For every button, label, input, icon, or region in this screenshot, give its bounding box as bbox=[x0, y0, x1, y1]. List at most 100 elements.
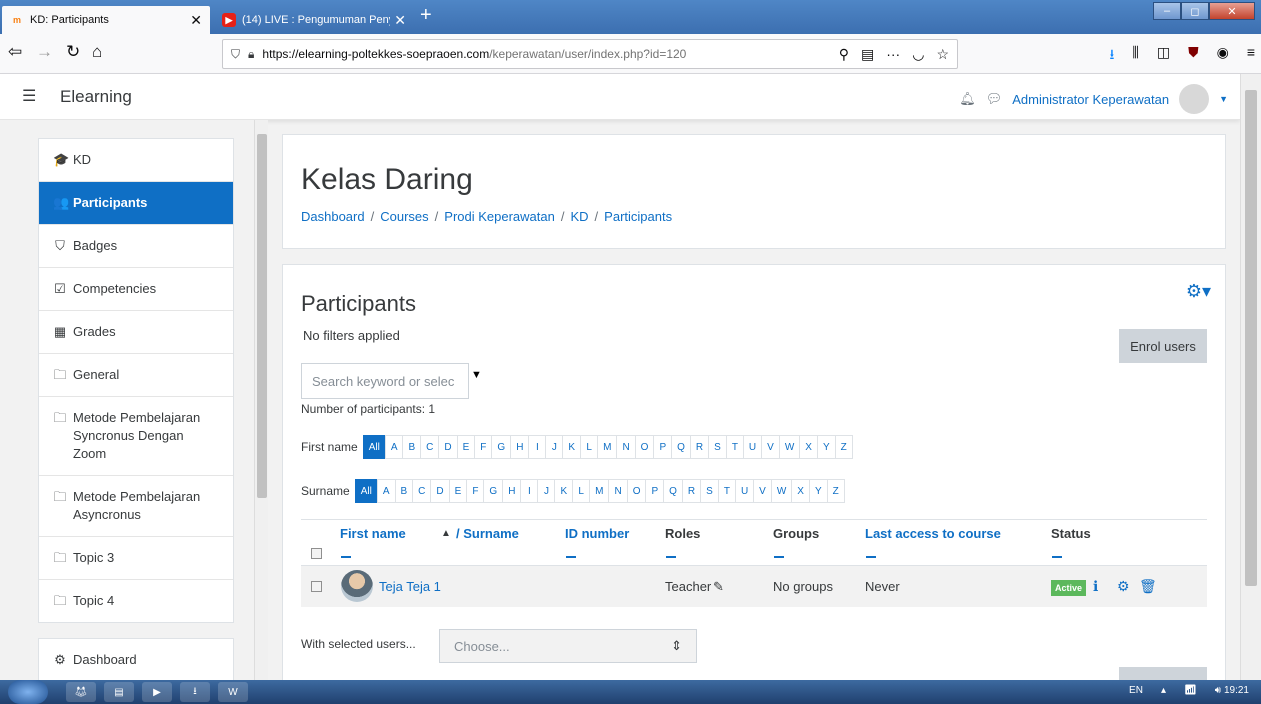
initial-letter[interactable]: L bbox=[580, 435, 599, 459]
initial-letter[interactable]: B bbox=[394, 479, 414, 503]
reload-icon[interactable]: ↻ bbox=[66, 42, 80, 62]
sidebar-item-kd[interactable]: 🎓 KD bbox=[39, 139, 233, 182]
window-close-icon[interactable]: ✕ bbox=[1209, 2, 1255, 20]
drawer-scroll-thumb[interactable] bbox=[257, 134, 267, 498]
start-button[interactable] bbox=[8, 680, 48, 704]
initial-letter[interactable]: V bbox=[761, 435, 780, 459]
sidebar-item-syncronus[interactable]: 🗀 Metode Pembelajaran Syncronus Dengan Z… bbox=[39, 397, 233, 476]
firefox-icon[interactable]: 🦊︎ bbox=[66, 682, 96, 702]
message-icon[interactable]: 💬︎ bbox=[986, 91, 1003, 107]
initial-letter[interactable]: X bbox=[799, 435, 818, 459]
page-scrollbar[interactable] bbox=[1240, 74, 1261, 680]
col-last-access[interactable]: Last access to course bbox=[865, 526, 1001, 541]
initial-letter[interactable]: D bbox=[430, 479, 450, 503]
sidebar-item-competencies[interactable]: ☑ Competencies bbox=[39, 268, 233, 311]
avatar[interactable] bbox=[1179, 84, 1210, 114]
sidebar-item-dashboard[interactable]: ⚙ Dashboard bbox=[39, 639, 233, 681]
initial-letter[interactable]: J bbox=[545, 435, 564, 459]
initial-letter[interactable]: T bbox=[725, 435, 744, 459]
pencil-icon[interactable]: ✎ bbox=[713, 579, 724, 595]
initial-letter[interactable]: O bbox=[626, 479, 647, 503]
initial-letter[interactable]: H bbox=[510, 435, 530, 459]
breadcrumb-courses[interactable]: Courses bbox=[380, 209, 428, 224]
sidebar-item-topic-4[interactable]: 🗀 Topic 4 bbox=[39, 580, 233, 622]
sidebar-icon[interactable]: ◫ bbox=[1157, 44, 1170, 68]
drawer-scrollbar[interactable] bbox=[254, 120, 268, 680]
tray-expand-icon[interactable]: ▴ bbox=[1161, 685, 1166, 696]
close-tab-icon[interactable]: ✕ bbox=[394, 12, 406, 29]
menu-icon[interactable]: ≡ bbox=[1247, 44, 1255, 68]
initial-letter[interactable]: S bbox=[708, 435, 727, 459]
initial-letter[interactable]: R bbox=[689, 435, 710, 459]
bell-icon[interactable]: 🔔︎ bbox=[959, 91, 976, 107]
initial-letter[interactable]: C bbox=[412, 479, 432, 503]
gear-icon[interactable]: ⚙▾ bbox=[1186, 281, 1211, 302]
url-bar[interactable]: ⛉ 🔒︎ https://elearning-poltekkes-soeprao… bbox=[222, 39, 958, 69]
sidebar-item-general[interactable]: 🗀 General bbox=[39, 354, 233, 397]
initial-letter[interactable]: R bbox=[681, 479, 702, 503]
col-id-number[interactable]: ID number bbox=[565, 526, 629, 541]
initial-letter[interactable]: M bbox=[597, 435, 618, 459]
gear-icon[interactable]: ⚙ bbox=[1117, 578, 1130, 595]
account-icon[interactable]: ◉ bbox=[1217, 44, 1229, 68]
initial-letter[interactable]: C bbox=[420, 435, 440, 459]
initial-letter[interactable]: P bbox=[653, 435, 673, 459]
volume-icon[interactable]: 🔊︎ bbox=[1215, 685, 1221, 696]
initial-letter[interactable]: Y bbox=[816, 435, 836, 459]
initial-letter[interactable]: I bbox=[528, 435, 547, 459]
key-icon[interactable]: ⚲ bbox=[839, 46, 849, 63]
library-icon[interactable]: ⫼ bbox=[1132, 44, 1138, 68]
collapse-col-id[interactable] bbox=[566, 556, 576, 558]
initial-letter[interactable]: Z bbox=[826, 479, 845, 503]
hamburger-menu-icon[interactable]: ☰ bbox=[22, 86, 36, 106]
initial-letter[interactable]: A bbox=[376, 479, 396, 503]
initial-all[interactable]: All bbox=[354, 479, 378, 503]
sidebar-item-topic-3[interactable]: 🗀 Topic 3 bbox=[39, 537, 233, 580]
initial-letter[interactable]: E bbox=[448, 479, 468, 503]
breadcrumb-participants[interactable]: Participants bbox=[604, 209, 672, 224]
initial-letter[interactable]: Z bbox=[834, 435, 853, 459]
initial-letter[interactable]: W bbox=[778, 435, 801, 459]
initial-letter[interactable]: Q bbox=[663, 479, 683, 503]
page-scroll-thumb[interactable] bbox=[1245, 90, 1257, 586]
minimize-icon[interactable]: – bbox=[1153, 2, 1181, 20]
enrol-users-button[interactable]: Enrol users bbox=[1119, 329, 1207, 363]
home-icon[interactable]: ⌂ bbox=[92, 42, 102, 62]
explorer-icon[interactable]: ▤ bbox=[104, 682, 134, 702]
col-surname[interactable]: / Surname bbox=[456, 526, 519, 541]
initial-letter[interactable]: K bbox=[554, 479, 574, 503]
initial-letter[interactable]: E bbox=[456, 435, 476, 459]
initial-letter[interactable]: J bbox=[537, 479, 556, 503]
language-indicator[interactable]: EN bbox=[1129, 685, 1143, 696]
pocket-icon[interactable]: ◡ bbox=[912, 46, 924, 63]
sidebar-item-grades[interactable]: ▦ Grades bbox=[39, 311, 233, 354]
initial-letter[interactable]: H bbox=[502, 479, 522, 503]
row-checkbox[interactable] bbox=[311, 581, 322, 592]
browser-tab-active[interactable]: m KD: Participants ✕ bbox=[2, 6, 210, 34]
initial-all[interactable]: All bbox=[362, 435, 386, 459]
initial-letter[interactable]: S bbox=[700, 479, 719, 503]
bookmark-star-icon[interactable]: ☆ bbox=[936, 46, 949, 63]
initial-letter[interactable]: U bbox=[742, 435, 763, 459]
initial-letter[interactable]: L bbox=[572, 479, 591, 503]
collapse-col-last-access[interactable] bbox=[866, 556, 876, 558]
initial-letter[interactable]: A bbox=[384, 435, 404, 459]
downloader-icon[interactable]: ⭳ bbox=[180, 682, 210, 702]
forward-icon[interactable]: → bbox=[36, 42, 53, 62]
info-icon[interactable]: ℹ bbox=[1093, 578, 1098, 595]
initial-letter[interactable]: M bbox=[589, 479, 610, 503]
initial-letter[interactable]: G bbox=[491, 435, 512, 459]
collapse-col-first-name[interactable] bbox=[341, 556, 351, 558]
word-icon[interactable]: W bbox=[218, 682, 248, 702]
back-icon[interactable]: ⇦ bbox=[8, 42, 22, 62]
media-player-icon[interactable]: ▶ bbox=[142, 682, 172, 702]
initial-letter[interactable]: I bbox=[520, 479, 539, 503]
initial-letter[interactable]: P bbox=[645, 479, 665, 503]
collapse-col-roles[interactable] bbox=[666, 556, 676, 558]
initial-letter[interactable]: K bbox=[562, 435, 582, 459]
initial-letter[interactable]: V bbox=[753, 479, 772, 503]
search-input[interactable]: Search keyword or selec bbox=[301, 363, 469, 399]
bulk-action-select[interactable]: Choose... ⇕ bbox=[439, 629, 697, 663]
download-icon[interactable]: ⭳ bbox=[1110, 44, 1115, 68]
breadcrumb-prodi[interactable]: Prodi Keperawatan bbox=[444, 209, 555, 224]
